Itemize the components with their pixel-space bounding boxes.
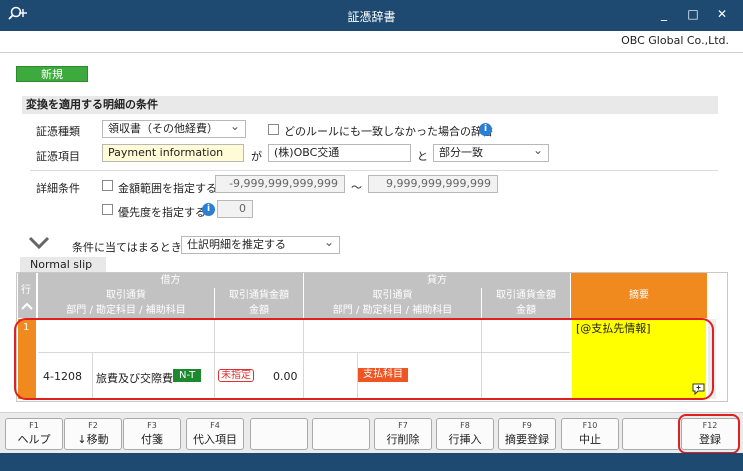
priority-checkbox[interactable]	[102, 204, 113, 215]
fkey-f9-button[interactable]: F9 摘要登録	[498, 418, 556, 450]
status-strip	[0, 453, 743, 471]
info-icon[interactable]: i	[202, 203, 215, 216]
fkey-number: F2	[88, 421, 98, 430]
match-text-input[interactable]: (株)OBC交通	[268, 144, 411, 162]
detail-conditions-label: 詳細条件	[36, 182, 80, 195]
voucher-type-select[interactable]: 領収書（その他経費）	[102, 118, 246, 138]
amount-max-field[interactable]: 9,999,999,999,999	[368, 175, 498, 193]
row-highlight	[14, 318, 714, 400]
fkey-empty-button[interactable]	[622, 418, 680, 450]
fkey-label: ヘルプ	[17, 433, 51, 446]
close-button[interactable]: ✕	[712, 7, 732, 25]
fkey-f7-button[interactable]: F7 行削除	[374, 418, 432, 450]
fkey-number: F4	[210, 421, 220, 430]
fkey-f2-button[interactable]: F2 ↓移動	[64, 418, 122, 450]
fkey-number: F8	[460, 421, 470, 430]
fkey-f1-button[interactable]: F1 ヘルプ	[5, 418, 63, 450]
debit-account-header: 部門 / 勘定科目 / 補助科目	[38, 303, 214, 318]
fkey-number: F10	[582, 421, 598, 430]
voucher-item-label: 証憑項目	[36, 150, 80, 163]
fkey-number: F7	[398, 421, 408, 430]
maximize-button[interactable]: □	[683, 7, 703, 25]
credit-account-header: 部門 / 勘定科目 / 補助科目	[304, 303, 481, 318]
amount-range-label: 金額範囲を指定する	[118, 182, 217, 195]
tab-normal-slip[interactable]: Normal slip	[20, 257, 106, 273]
window-title: 証憑辞書	[347, 10, 396, 24]
fkey-number: F3	[147, 421, 157, 430]
credit-amount-header: 金額	[482, 303, 570, 318]
fkey-f8-button[interactable]: F8 行挿入	[436, 418, 494, 450]
divider	[30, 170, 718, 171]
voucher-type-label: 証憑種類	[36, 125, 80, 138]
amount-range-checkbox[interactable]	[102, 180, 113, 191]
unmatched-checkbox[interactable]	[268, 124, 279, 135]
fkey-empty-button[interactable]	[312, 418, 370, 450]
action-select[interactable]: 仕訳明細を推定する	[181, 234, 340, 254]
company-name: OBC Global Co.,Ltd.	[621, 34, 729, 47]
fkey-f10-button[interactable]: F10 中止	[561, 418, 619, 450]
memo-header: 摘要	[571, 273, 707, 318]
amount-min-field[interactable]: -9,999,999,999,999	[215, 175, 345, 193]
fkey-f4-button[interactable]: F4 代入項目	[186, 418, 244, 450]
debit-currency-amount-header: 取引通貨金額	[215, 288, 303, 303]
debit-header: 借方	[38, 273, 303, 288]
title-bar: 証憑辞書 _ □ ✕	[0, 0, 743, 31]
match-mode-select[interactable]: 部分一致	[433, 142, 549, 162]
divider	[0, 52, 743, 53]
new-button[interactable]: 新規	[16, 66, 88, 82]
credit-header: 貸方	[304, 273, 570, 288]
chevron-down-icon[interactable]	[28, 236, 50, 250]
f12-highlight	[678, 414, 740, 454]
fkey-empty-button[interactable]	[250, 418, 308, 450]
row-header: 行	[18, 273, 36, 318]
to-label: と	[417, 150, 428, 163]
priority-field[interactable]: 0	[217, 200, 253, 218]
fkey-label: 代入項目	[193, 433, 237, 446]
ga-label: が	[251, 150, 262, 163]
fkey-label: 行削除	[386, 433, 420, 446]
fkey-label: ↓移動	[77, 433, 109, 446]
conditions-header: 変換を適用する明細の条件	[22, 96, 718, 114]
fkey-label: 中止	[579, 433, 601, 446]
fkey-label: 行挿入	[448, 433, 482, 446]
row-header-label: 行	[21, 285, 31, 296]
minimize-button[interactable]: _	[654, 7, 674, 25]
fkey-f3-button[interactable]: F3 付箋	[123, 418, 181, 450]
fkey-label: 付箋	[141, 433, 163, 446]
priority-label: 優先度を指定する	[118, 206, 206, 219]
chevron-up-icon[interactable]	[21, 300, 33, 313]
fkey-number: F1	[29, 421, 39, 430]
fkey-number: F9	[522, 421, 532, 430]
credit-currency-amount-header: 取引通貨金額	[482, 288, 570, 303]
action-label: 条件に当てはまるとき	[72, 241, 182, 254]
credit-currency-header: 取引通貨	[304, 288, 481, 303]
unmatched-label: どのルールにも一致しなかった場合の辞書	[284, 125, 493, 138]
tilde-label: ～	[351, 181, 362, 194]
fkey-label: 摘要登録	[505, 433, 549, 446]
debit-currency-header: 取引通貨	[38, 288, 214, 303]
debit-amount-header: 金額	[215, 303, 303, 318]
info-icon[interactable]: i	[479, 123, 492, 136]
voucher-item-field[interactable]: Payment information	[102, 144, 244, 162]
